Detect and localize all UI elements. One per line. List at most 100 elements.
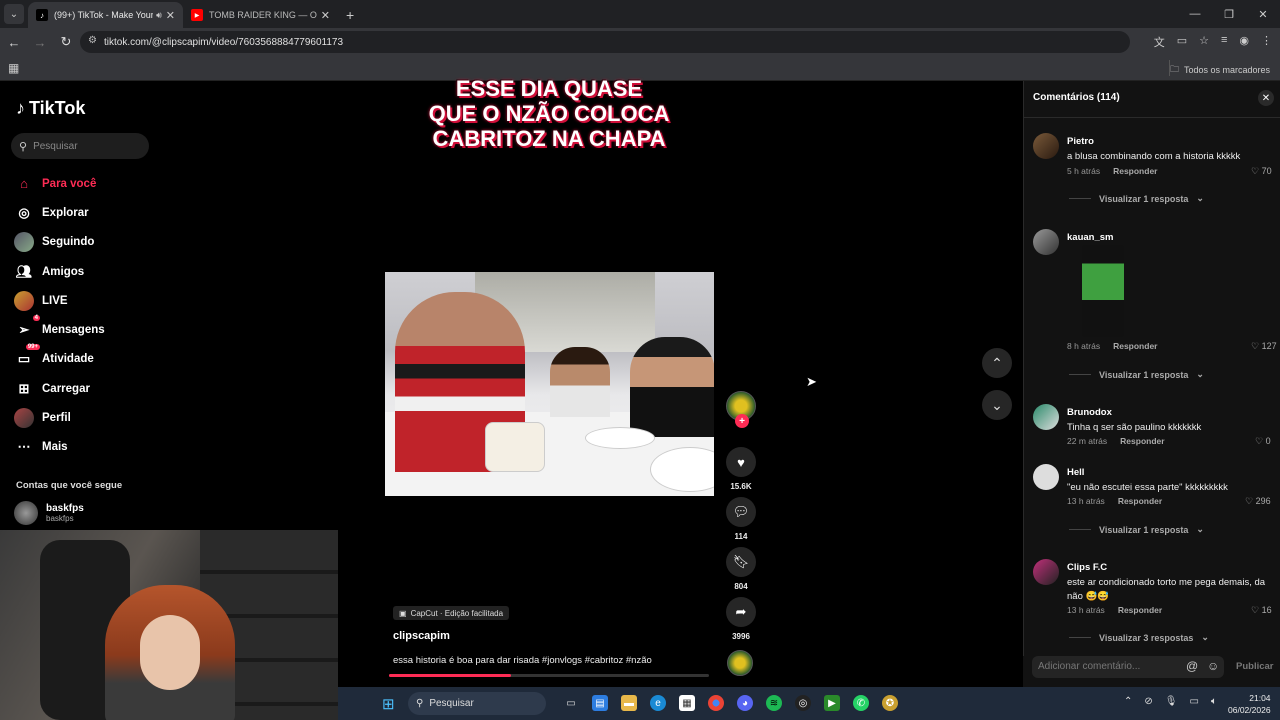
avatar[interactable] xyxy=(1033,464,1059,490)
sidebar-item-seguindo[interactable]: Seguindo xyxy=(14,228,105,257)
volume-icon[interactable]: 🔈︎ xyxy=(1211,696,1217,707)
obs-icon[interactable]: ◎ xyxy=(795,695,811,711)
forward-icon[interactable]: → xyxy=(28,35,52,50)
reply-button[interactable]: Responder xyxy=(1118,605,1162,615)
following-account[interactable]: baskfps baskfps xyxy=(14,501,84,525)
tiktok-logo[interactable]: ♪ TikTok xyxy=(16,98,85,119)
comment-action[interactable]: 💬︎ 114 xyxy=(724,497,758,541)
game-icon[interactable]: ✪ xyxy=(882,695,898,711)
spotify-icon[interactable]: ≋ xyxy=(766,695,782,711)
clock[interactable]: 21:04 06/02/2026 xyxy=(1228,692,1271,716)
sidebar-item-carregar[interactable]: ⊞ Carregar xyxy=(14,374,105,403)
windows-start-icon[interactable]: ⊞ xyxy=(382,695,395,713)
reload-icon[interactable]: ↻ xyxy=(54,34,78,50)
cast-icon[interactable]: ▭ xyxy=(1177,34,1187,50)
emoji-icon[interactable]: ☺ xyxy=(1207,659,1219,673)
sidebar-item-mais[interactable]: ⋯ Mais xyxy=(14,433,105,462)
back-icon[interactable]: ← xyxy=(2,35,26,50)
tab-search-button[interactable]: ⌄ xyxy=(4,4,24,24)
site-info-icon[interactable]: ⚙ xyxy=(88,35,97,46)
comment-like[interactable]: ♡ 70 xyxy=(1251,166,1272,177)
media-player-icon[interactable]: ▶ xyxy=(824,695,840,711)
view-replies-button[interactable]: Visualizar 3 respostas ⌄ xyxy=(1069,632,1209,643)
sidebar-item-mensagens[interactable]: ➢ 4 Mensagens xyxy=(14,315,105,344)
microphone-icon[interactable]: 🎙︎ xyxy=(1165,696,1178,707)
chrome-icon[interactable] xyxy=(708,695,724,711)
comment-like[interactable]: ♡ 127 xyxy=(1251,341,1277,352)
publish-button[interactable]: Publicar xyxy=(1236,661,1274,672)
task-view-icon[interactable]: ▭ xyxy=(563,695,579,711)
file-explorer-icon[interactable]: ▬ xyxy=(621,695,637,711)
reply-button[interactable]: Responder xyxy=(1120,436,1164,446)
whatsapp-icon[interactable]: ✆ xyxy=(853,695,869,711)
sidebar-item-atividade[interactable]: ▭ 99+ Atividade xyxy=(14,344,105,374)
share-icon[interactable]: ➦ xyxy=(726,597,756,627)
video-player[interactable] xyxy=(385,272,714,496)
music-disc[interactable] xyxy=(727,650,753,676)
view-replies-button[interactable]: Visualizar 1 resposta ⌄ xyxy=(1069,369,1204,380)
like-action[interactable]: ♥ 15.6K xyxy=(724,447,758,491)
chevron-up-icon[interactable]: ⌃ xyxy=(1124,696,1132,707)
comment-user[interactable]: Pietro xyxy=(1067,136,1094,147)
tab-tiktok[interactable]: ♪ (99+) TikTok - Make Your Da 🔊︎ ✕ xyxy=(28,2,183,28)
reply-button[interactable]: Responder xyxy=(1113,166,1157,176)
comment-user[interactable]: kauan_sm xyxy=(1067,232,1113,243)
sidebar-item-amigos[interactable]: 👥︎ Amigos xyxy=(14,257,105,286)
heart-icon[interactable]: ♥ xyxy=(726,447,756,477)
menu-icon[interactable]: ⋮ xyxy=(1261,34,1272,50)
sidebar-item-para-voce[interactable]: ⌂ Para você xyxy=(14,169,105,198)
profile-icon[interactable]: ◉ xyxy=(1239,34,1249,50)
mention-icon[interactable]: @ xyxy=(1186,659,1198,673)
comment-user[interactable]: Brunodox xyxy=(1067,407,1112,418)
video-progress-bar[interactable] xyxy=(389,674,709,677)
avatar[interactable] xyxy=(1033,559,1059,585)
discord-icon[interactable]: ◕ xyxy=(737,695,753,711)
save-action[interactable]: 🔖︎ 804 xyxy=(724,547,758,591)
next-video-button[interactable]: ⌄ xyxy=(982,390,1012,420)
tab-youtube[interactable]: ▶ TOMB RAIDER KING — OFFICIA ✕ xyxy=(183,2,338,28)
bookmark-star-icon[interactable]: ☆ xyxy=(1199,34,1209,50)
reply-button[interactable]: Responder xyxy=(1118,496,1162,506)
close-tab-icon[interactable]: ✕ xyxy=(166,9,175,22)
avatar[interactable] xyxy=(1033,229,1059,255)
minimize-icon[interactable]: — xyxy=(1178,0,1212,28)
restore-icon[interactable]: ❐ xyxy=(1212,0,1246,28)
video-username[interactable]: clipscapim xyxy=(393,630,450,642)
edge-icon[interactable]: e xyxy=(650,695,666,711)
comment-like[interactable]: ♡ 296 xyxy=(1245,496,1271,507)
creator-avatar-action[interactable]: + xyxy=(724,391,758,428)
address-bar[interactable]: ⚙ tiktok.com/@clipscapim/video/760356888… xyxy=(80,31,1130,53)
sidebar-item-perfil[interactable]: Perfil xyxy=(14,403,105,432)
new-tab-icon[interactable]: + xyxy=(346,7,354,23)
close-window-icon[interactable]: ✕ xyxy=(1246,0,1280,28)
capcut-tag[interactable]: ▣ CapCut · Edição facilitada xyxy=(393,606,510,620)
store-icon[interactable]: ▦ xyxy=(679,695,695,711)
taskbar-search[interactable]: ⚲ Pesquisar xyxy=(408,692,546,715)
sidebar-item-explorar[interactable]: ◎ Explorar xyxy=(14,198,105,227)
view-replies-button[interactable]: Visualizar 1 resposta ⌄ xyxy=(1069,193,1204,204)
sidebar-item-live[interactable]: LIVE xyxy=(14,286,105,315)
display-icon[interactable]: ▭ xyxy=(1189,696,1198,707)
apps-grid-icon[interactable]: ▦ xyxy=(8,61,19,75)
comment-user[interactable]: Clips F.C xyxy=(1067,562,1107,573)
avatar[interactable] xyxy=(1033,404,1059,430)
comment-image[interactable] xyxy=(1082,245,1124,337)
comment-icon[interactable]: 💬︎ xyxy=(726,497,756,527)
all-bookmarks[interactable]: 🗀 Todos os marcadores xyxy=(1170,62,1270,78)
share-action[interactable]: ➦ 3996 xyxy=(724,597,758,641)
speaker-icon[interactable]: 🔊︎ xyxy=(156,10,162,21)
close-comments-button[interactable]: ✕ xyxy=(1258,90,1274,106)
bookmark-icon[interactable]: 🔖︎ xyxy=(726,547,756,577)
follow-plus-icon[interactable]: + xyxy=(735,414,749,428)
comment-user[interactable]: Hell xyxy=(1067,467,1084,478)
network-off-icon[interactable]: ⊘ xyxy=(1144,696,1152,707)
comment-like[interactable]: ♡ 16 xyxy=(1251,605,1272,616)
widgets-icon[interactable]: ▤ xyxy=(592,695,608,711)
translate-icon[interactable]: 文 xyxy=(1154,34,1165,50)
avatar[interactable] xyxy=(1033,133,1059,159)
previous-video-button[interactable]: ⌃ xyxy=(982,348,1012,378)
media-icon[interactable]: ≡ xyxy=(1221,34,1227,50)
reply-button[interactable]: Responder xyxy=(1113,341,1157,351)
comment-like[interactable]: ♡ 0 xyxy=(1255,436,1271,447)
close-tab-icon[interactable]: ✕ xyxy=(321,9,330,22)
